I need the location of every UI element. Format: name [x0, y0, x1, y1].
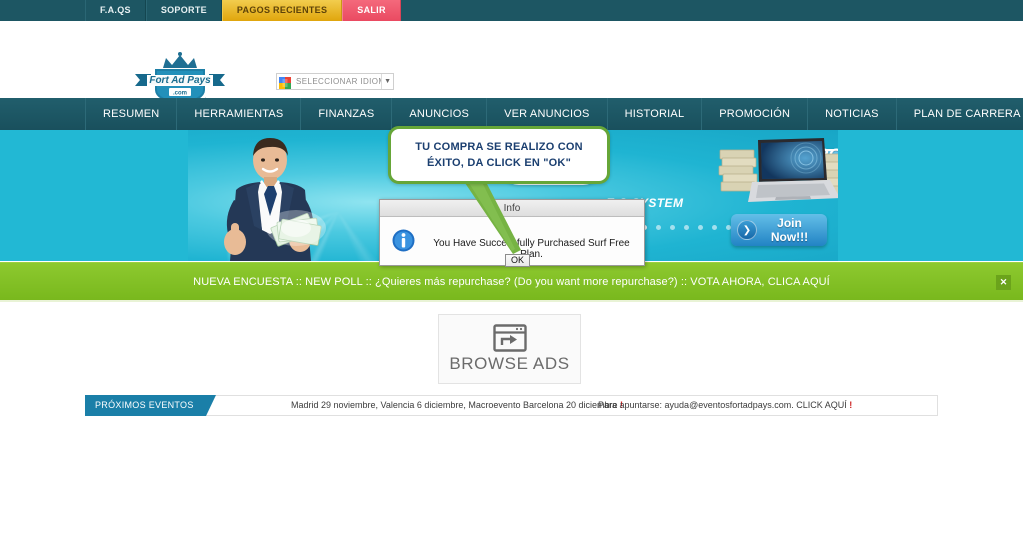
- poll-announcement-bar: NUEVA ENCUESTA :: NEW POLL :: ¿Quieres m…: [0, 262, 1023, 302]
- topbar-item-soporte[interactable]: SOPORTE: [145, 0, 222, 21]
- language-selector-label: SELECCIONAR IDIOMA: [296, 77, 381, 86]
- language-selector[interactable]: SELECCIONAR IDIOMA ▼: [276, 73, 394, 90]
- exclamation-icon: !: [849, 400, 853, 410]
- callout-line-1: TU COMPRA SE REALIZO CON: [415, 141, 583, 153]
- nav-item-finanzas[interactable]: FINANZAS: [301, 98, 393, 130]
- upcoming-events-dates[interactable]: Madrid 29 noviembre, Valencia 6 diciembr…: [291, 400, 623, 410]
- nav-item-plan-de-carrera[interactable]: PLAN DE CARRERA: [897, 98, 1023, 130]
- top-utility-bar-items: F.A.QS SOPORTE PAGOS RECIENTES SALIR: [85, 0, 1023, 21]
- callout-arrow-icon: [455, 180, 525, 256]
- browse-ads-label: BROWSE ADS: [449, 354, 570, 373]
- page-root: F.A.QS SOPORTE PAGOS RECIENTES SALIR For…: [0, 0, 1023, 550]
- top-utility-bar: F.A.QS SOPORTE PAGOS RECIENTES SALIR: [0, 0, 1023, 21]
- logo-header-area: Fort Ad Pays .com THE INTERNATIONAL: [0, 21, 1023, 107]
- poll-announcement-text[interactable]: NUEVA ENCUESTA :: NEW POLL :: ¿Quieres m…: [0, 276, 1023, 288]
- nav-item-resumen[interactable]: RESUMEN: [85, 98, 178, 130]
- join-now-label: Join Now!!!: [770, 216, 809, 244]
- carousel-dots[interactable]: [642, 225, 745, 230]
- chevron-right-icon: ❯: [737, 220, 757, 240]
- carousel-dot[interactable]: [698, 225, 703, 230]
- upcoming-events-signup[interactable]: Para apuntarse: ayuda@eventosfortadpays.…: [598, 400, 852, 410]
- info-icon: [392, 229, 415, 252]
- carousel-dot[interactable]: [712, 225, 717, 230]
- topbar-item-faqs[interactable]: F.A.QS: [85, 0, 146, 21]
- browse-ads-button[interactable]: BROWSE ADS: [438, 314, 581, 384]
- carousel-dot[interactable]: [670, 225, 675, 230]
- businessman-photo: [198, 130, 348, 261]
- nav-item-promocion[interactable]: PROMOCIÓN: [702, 98, 809, 130]
- join-now-button[interactable]: ❯ Join Now!!!: [731, 214, 827, 246]
- instruction-callout: TU COMPRA SE REALIZO CON ÉXITO, DA CLICK…: [388, 126, 610, 184]
- nav-item-herramientas[interactable]: HERRAMIENTAS: [177, 98, 302, 130]
- close-icon[interactable]: ✕: [996, 275, 1011, 290]
- events-signup-text: Para apuntarse: ayuda@eventosfortadpays.…: [598, 400, 850, 410]
- upcoming-events-bar: PRÓXIMOS EVENTOS Madrid 29 noviembre, Va…: [85, 395, 938, 416]
- nav-item-noticias[interactable]: NOTICIAS: [808, 98, 897, 130]
- carousel-dot[interactable]: [684, 225, 689, 230]
- laptop-and-cash-photo: [718, 136, 838, 206]
- svg-text:Fort Ad Pays: Fort Ad Pays: [149, 75, 211, 86]
- events-dates-text: Madrid 29 noviembre, Valencia 6 diciembr…: [291, 400, 621, 410]
- topbar-item-pagos-recientes[interactable]: PAGOS RECIENTES: [221, 0, 343, 21]
- chevron-down-icon[interactable]: ▼: [381, 74, 393, 89]
- upcoming-events-tag: PRÓXIMOS EVENTOS: [85, 395, 216, 416]
- google-translate-icon: [279, 76, 291, 89]
- browser-window-arrow-icon: [492, 324, 527, 352]
- svg-text:.com: .com: [173, 91, 187, 97]
- callout-line-2: ÉXITO, DA CLICK EN "OK": [427, 157, 571, 169]
- carousel-dot[interactable]: [656, 225, 661, 230]
- nav-item-historial[interactable]: HISTORIAL: [608, 98, 703, 130]
- topbar-item-salir[interactable]: SALIR: [342, 0, 401, 21]
